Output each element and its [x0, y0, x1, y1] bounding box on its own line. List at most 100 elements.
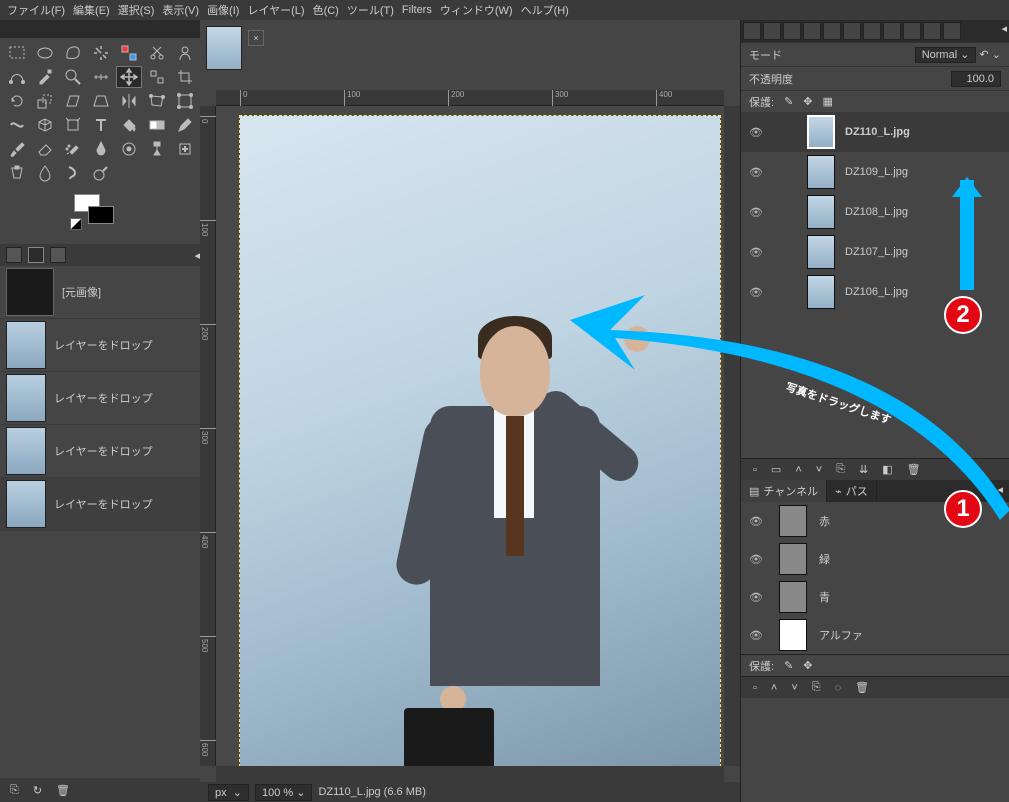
- tool-ink[interactable]: [88, 138, 114, 160]
- visibility-icon[interactable]: 👁: [749, 629, 767, 642]
- channel-row[interactable]: 👁青: [741, 578, 1009, 616]
- channel-row[interactable]: 👁赤: [741, 502, 1009, 540]
- refresh-icon[interactable]: ↻: [33, 784, 42, 797]
- tab-icon[interactable]: [903, 22, 921, 40]
- menu-colors[interactable]: 色(C): [310, 0, 342, 20]
- scrollbar-vertical[interactable]: [724, 106, 740, 766]
- config-icon[interactable]: ⎘: [10, 784, 19, 797]
- visibility-icon[interactable]: 👁: [749, 591, 767, 604]
- merge-down-icon[interactable]: ⇊: [859, 463, 868, 476]
- opacity-input[interactable]: 100.0: [951, 71, 1001, 87]
- lower-layer-icon[interactable]: ˅: [816, 464, 822, 476]
- layer-row[interactable]: 👁 DZ107_L.jpg: [741, 232, 1009, 272]
- raise-channel-icon[interactable]: ˄: [771, 682, 777, 694]
- tool-bucket[interactable]: [116, 114, 142, 136]
- tool-ellipse-select[interactable]: [32, 42, 58, 64]
- delete-channel-icon[interactable]: 🗑: [855, 681, 869, 694]
- tab-icon[interactable]: [803, 22, 821, 40]
- lock-pixels-icon[interactable]: ✎: [784, 95, 793, 108]
- layer-name[interactable]: DZ107_L.jpg: [845, 246, 908, 258]
- channel-row[interactable]: 👁緑: [741, 540, 1009, 578]
- tool-scale[interactable]: [32, 90, 58, 112]
- menu-edit[interactable]: 編集(E): [70, 0, 113, 20]
- tool-zoom[interactable]: [60, 66, 86, 88]
- tab-paths[interactable]: ⌁パス: [827, 480, 877, 502]
- layer-row[interactable]: 👁 DZ110_L.jpg: [741, 112, 1009, 152]
- new-channel-icon[interactable]: ▫: [753, 682, 757, 694]
- tab-icon[interactable]: [923, 22, 941, 40]
- tool-handle-transform[interactable]: [60, 114, 86, 136]
- tool-rotate[interactable]: [4, 90, 30, 112]
- lock-position-icon[interactable]: ✥: [803, 95, 812, 108]
- tool-flip[interactable]: [116, 90, 142, 112]
- dock-tab-history[interactable]: [28, 247, 44, 263]
- menu-select[interactable]: 選択(S): [115, 0, 158, 20]
- background-color[interactable]: [88, 206, 114, 224]
- canvas[interactable]: [216, 106, 724, 766]
- menu-help[interactable]: ヘルプ(H): [518, 0, 572, 20]
- tab-icon[interactable]: [763, 22, 781, 40]
- tab-icon[interactable]: [843, 22, 861, 40]
- tool-blur[interactable]: [32, 162, 58, 184]
- channel-row[interactable]: 👁アルファ: [741, 616, 1009, 654]
- undo-row[interactable]: レイヤーをドロップ: [0, 478, 200, 531]
- tool-unified-transform[interactable]: [172, 90, 198, 112]
- menu-layer[interactable]: レイヤー(L): [244, 0, 307, 20]
- tool-dodge[interactable]: [88, 162, 114, 184]
- delete-layer-icon[interactable]: 🗑: [907, 463, 921, 476]
- tool-align[interactable]: [144, 66, 170, 88]
- dock-tab-1[interactable]: [6, 247, 22, 263]
- layer-name[interactable]: DZ109_L.jpg: [845, 166, 908, 178]
- tool-color-picker[interactable]: [32, 66, 58, 88]
- layer-name[interactable]: DZ110_L.jpg: [845, 126, 910, 138]
- lock-pixels-icon[interactable]: ✎: [784, 659, 793, 672]
- tool-heal[interactable]: [172, 138, 198, 160]
- menu-filters[interactable]: Filters: [399, 2, 435, 18]
- dock-tab-3[interactable]: [50, 247, 66, 263]
- tool-airbrush[interactable]: [60, 138, 86, 160]
- visibility-icon[interactable]: 👁: [749, 515, 767, 528]
- undo-row[interactable]: レイヤーをドロップ: [0, 425, 200, 478]
- lock-position-icon[interactable]: ✥: [803, 659, 812, 672]
- tool-clone[interactable]: [144, 138, 170, 160]
- tool-scissors[interactable]: [144, 42, 170, 64]
- tool-3d-transform[interactable]: [32, 114, 58, 136]
- tab-icon[interactable]: [883, 22, 901, 40]
- menu-windows[interactable]: ウィンドウ(W): [437, 0, 516, 20]
- tool-gradient[interactable]: [144, 114, 170, 136]
- undo-row[interactable]: レイヤーをドロップ: [0, 372, 200, 425]
- new-group-icon[interactable]: ▭: [771, 463, 781, 476]
- zoom-select[interactable]: 100 % ⌄: [255, 784, 312, 801]
- tab-channels[interactable]: ▤チャンネル: [741, 480, 827, 502]
- tab-icon[interactable]: [743, 22, 761, 40]
- tool-free-select[interactable]: [60, 42, 86, 64]
- to-selection-icon[interactable]: ◌: [835, 682, 842, 694]
- lock-alpha-icon[interactable]: ▦: [823, 95, 833, 108]
- reset-icon[interactable]: ↶: [980, 49, 989, 61]
- mask-icon[interactable]: ◧: [882, 463, 892, 476]
- tool-by-color-select[interactable]: [116, 42, 142, 64]
- layer-name[interactable]: DZ106_L.jpg: [845, 286, 908, 298]
- scrollbar-horizontal[interactable]: [216, 766, 724, 782]
- visibility-icon[interactable]: 👁: [749, 126, 767, 139]
- tool-smudge[interactable]: [60, 162, 86, 184]
- delete-icon[interactable]: 🗑: [56, 784, 70, 797]
- tool-perspective-clone[interactable]: [4, 162, 30, 184]
- visibility-icon[interactable]: 👁: [749, 246, 767, 259]
- tool-text[interactable]: [88, 114, 114, 136]
- dock-menu-icon[interactable]: ◂: [991, 480, 1009, 502]
- lower-channel-icon[interactable]: ˅: [791, 682, 797, 694]
- undo-row[interactable]: レイヤーをドロップ: [0, 319, 200, 372]
- tool-rect-select[interactable]: [4, 42, 30, 64]
- menu-view[interactable]: 表示(V): [159, 0, 202, 20]
- menu-tools[interactable]: ツール(T): [344, 0, 397, 20]
- visibility-icon[interactable]: 👁: [749, 206, 767, 219]
- tool-warp[interactable]: [4, 114, 30, 136]
- chevron-down-icon[interactable]: ⌄: [992, 49, 1001, 61]
- menu-image[interactable]: 画像(I): [204, 0, 242, 20]
- visibility-icon[interactable]: 👁: [749, 286, 767, 299]
- tool-cage[interactable]: [144, 90, 170, 112]
- tool-pencil[interactable]: [172, 114, 198, 136]
- tool-paintbrush[interactable]: [4, 138, 30, 160]
- tool-mypaint[interactable]: [116, 138, 142, 160]
